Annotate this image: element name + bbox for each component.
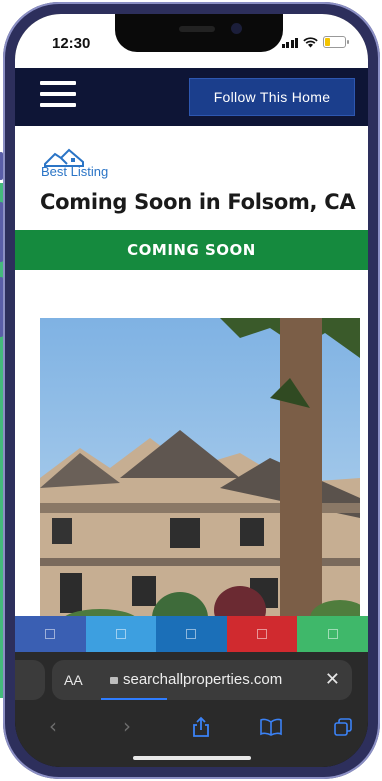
follow-home-button[interactable]: Follow This Home bbox=[189, 78, 355, 116]
twitter-icon bbox=[115, 629, 126, 639]
facebook-icon bbox=[45, 629, 56, 639]
share-icon[interactable] bbox=[191, 716, 211, 738]
house-image bbox=[40, 318, 360, 628]
sms-share-button[interactable] bbox=[297, 616, 368, 652]
listing-title: Coming Soon in Folsom, CA bbox=[40, 190, 356, 214]
pinterest-icon bbox=[257, 629, 268, 639]
close-icon[interactable]: ✕ bbox=[325, 669, 340, 690]
facebook-share-button[interactable] bbox=[15, 616, 86, 652]
status-time: 12:30 bbox=[52, 35, 91, 52]
page-load-progress bbox=[101, 698, 167, 700]
coming-soon-banner: COMING SOON bbox=[15, 230, 368, 270]
browser-nav-bar: ‹ › bbox=[15, 714, 368, 744]
lock-icon bbox=[110, 677, 118, 684]
bookmarks-icon[interactable] bbox=[259, 718, 283, 736]
forward-icon[interactable]: › bbox=[123, 714, 131, 738]
front-camera bbox=[231, 23, 242, 34]
home-indicator[interactable] bbox=[133, 756, 251, 760]
house-photo[interactable] bbox=[40, 318, 360, 628]
wifi-icon bbox=[303, 36, 318, 47]
mute-switch bbox=[0, 152, 3, 180]
sms-icon bbox=[327, 629, 338, 639]
speaker-grille bbox=[179, 26, 215, 32]
linkedin-icon bbox=[186, 629, 197, 639]
volume-up-button bbox=[0, 202, 3, 262]
battery-icon bbox=[323, 36, 349, 48]
listing-page: Best Listing Coming Soon in Folsom, CA C… bbox=[15, 126, 368, 656]
linkedin-share-button[interactable] bbox=[156, 616, 227, 652]
notch bbox=[115, 14, 283, 52]
url-text[interactable]: searchallproperties.com bbox=[110, 671, 282, 688]
screen: 12:30 Follow This Home Best Listing Comi… bbox=[15, 14, 368, 767]
address-bar[interactable]: AA searchallproperties.com ✕ bbox=[52, 660, 352, 700]
best-listing-logo[interactable]: Best Listing bbox=[41, 146, 121, 180]
tabs-icon[interactable] bbox=[333, 717, 355, 737]
twitter-share-button[interactable] bbox=[85, 616, 157, 652]
pinterest-share-button[interactable] bbox=[226, 616, 298, 652]
signal-icon bbox=[281, 37, 298, 48]
back-icon[interactable]: ‹ bbox=[49, 714, 57, 738]
browser-toolbar: AA searchallproperties.com ✕ ‹ › bbox=[15, 652, 368, 767]
reader-settings-button[interactable]: AA bbox=[64, 672, 83, 688]
volume-down-button bbox=[0, 277, 3, 337]
share-bar bbox=[15, 616, 368, 652]
site-header: Follow This Home bbox=[15, 68, 368, 126]
logo-text: Best Listing bbox=[41, 164, 109, 179]
previous-tab-preview[interactable] bbox=[15, 660, 45, 700]
menu-icon[interactable] bbox=[40, 81, 76, 111]
phone-frame: 12:30 Follow This Home Best Listing Comi… bbox=[0, 2, 380, 779]
